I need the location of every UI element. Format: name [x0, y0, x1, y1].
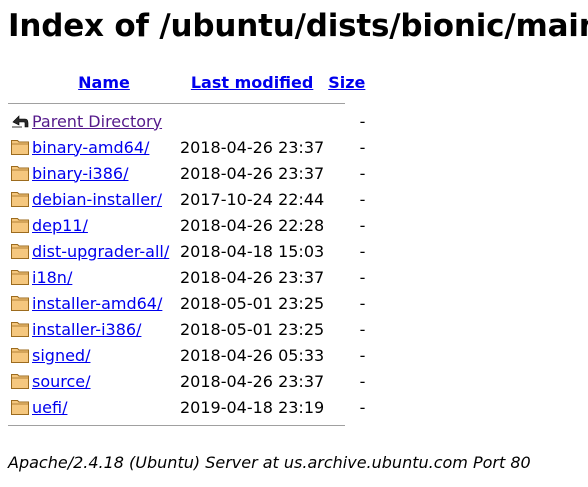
directory-link[interactable]: installer-i386/	[32, 320, 141, 339]
header-date-cell: Last modified	[180, 66, 328, 98]
directory-row: installer-i386/2018-05-01 23:25 -	[8, 316, 367, 342]
directory-link[interactable]: i18n/	[32, 268, 72, 287]
last-modified-value: 2018-05-01 23:25	[180, 319, 325, 339]
sort-by-name-link[interactable]: Name	[78, 73, 130, 92]
sort-by-size-link[interactable]: Size	[328, 73, 365, 92]
folder-icon	[10, 215, 30, 235]
directory-row: installer-amd64/2018-05-01 23:25 -	[8, 290, 367, 316]
directory-row: signed/2018-04-26 05:33 -	[8, 342, 367, 368]
directory-link[interactable]: uefi/	[32, 398, 67, 417]
last-modified-value: 2017-10-24 22:44	[180, 189, 325, 209]
size-value: -	[359, 267, 366, 287]
size-value: -	[359, 241, 366, 261]
size-value: -	[359, 345, 366, 365]
top-divider	[8, 102, 345, 104]
directory-link[interactable]: source/	[32, 372, 91, 391]
directory-row: i18n/2018-04-26 23:37 -	[8, 264, 367, 290]
last-modified-value: 2018-04-26 23:37	[180, 267, 325, 287]
last-modified-value: 2018-04-18 15:03	[180, 241, 325, 261]
parent-directory-row: Parent Directory -	[8, 108, 367, 134]
directory-row: binary-amd64/2018-04-26 23:37 -	[8, 134, 367, 160]
separator-row	[8, 420, 367, 430]
size-value: -	[359, 215, 366, 235]
folder-icon	[10, 371, 30, 391]
bottom-divider	[8, 424, 345, 426]
folder-icon	[10, 267, 30, 287]
directory-row: uefi/2019-04-18 23:19 -	[8, 394, 367, 420]
directory-row: dep11/2018-04-26 22:28 -	[8, 212, 367, 238]
directory-link[interactable]: dep11/	[32, 216, 88, 235]
directory-row: dist-upgrader-all/2018-04-18 15:03 -	[8, 238, 367, 264]
folder-icon	[10, 241, 30, 261]
header-row: Name Last modified Size	[8, 66, 367, 98]
directory-link[interactable]: binary-i386/	[32, 164, 128, 183]
size-value: -	[359, 397, 366, 417]
folder-icon	[10, 293, 30, 313]
folder-icon	[10, 163, 30, 183]
last-modified-value: 2018-05-01 23:25	[180, 293, 325, 313]
directory-row: debian-installer/2017-10-24 22:44 -	[8, 186, 367, 212]
parent-size: -	[359, 111, 366, 131]
size-value: -	[359, 371, 366, 391]
folder-icon	[10, 345, 30, 365]
last-modified-value: 2018-04-26 23:37	[180, 163, 325, 183]
size-value: -	[359, 189, 366, 209]
directory-link[interactable]: debian-installer/	[32, 190, 162, 209]
header-name-cell: Name	[32, 66, 180, 98]
size-value: -	[359, 319, 366, 339]
directory-link[interactable]: signed/	[32, 346, 90, 365]
server-signature: Apache/2.4.18 (Ubuntu) Server at us.arch…	[8, 453, 531, 472]
back-arrow-icon	[10, 111, 30, 131]
last-modified-value: 2018-04-26 23:37	[180, 371, 325, 391]
folder-icon	[10, 189, 30, 209]
size-value: -	[359, 137, 366, 157]
directory-link[interactable]: installer-amd64/	[32, 294, 162, 313]
directory-listing-table: Name Last modified Size Parent Directory…	[8, 66, 367, 430]
last-modified-value: 2018-04-26 05:33	[180, 345, 325, 365]
header-size-cell: Size	[328, 66, 367, 98]
separator-row	[8, 98, 367, 108]
folder-icon	[10, 397, 30, 417]
folder-icon	[10, 319, 30, 339]
directory-row: binary-i386/2018-04-26 23:37 -	[8, 160, 367, 186]
size-value: -	[359, 293, 366, 313]
directory-link[interactable]: dist-upgrader-all/	[32, 242, 169, 261]
directory-row: source/2018-04-26 23:37 -	[8, 368, 367, 394]
header-icon-cell	[8, 66, 32, 98]
page-title: Index of /ubuntu/dists/bionic/main	[8, 8, 588, 44]
size-value: -	[359, 163, 366, 183]
last-modified-value: 2019-04-18 23:19	[180, 397, 325, 417]
parent-directory-link[interactable]: Parent Directory	[32, 112, 162, 131]
last-modified-value: 2018-04-26 22:28	[180, 215, 325, 235]
sort-by-last-modified-link[interactable]: Last modified	[191, 73, 314, 92]
directory-link[interactable]: binary-amd64/	[32, 138, 149, 157]
last-modified-value: 2018-04-26 23:37	[180, 137, 325, 157]
folder-icon	[10, 137, 30, 157]
